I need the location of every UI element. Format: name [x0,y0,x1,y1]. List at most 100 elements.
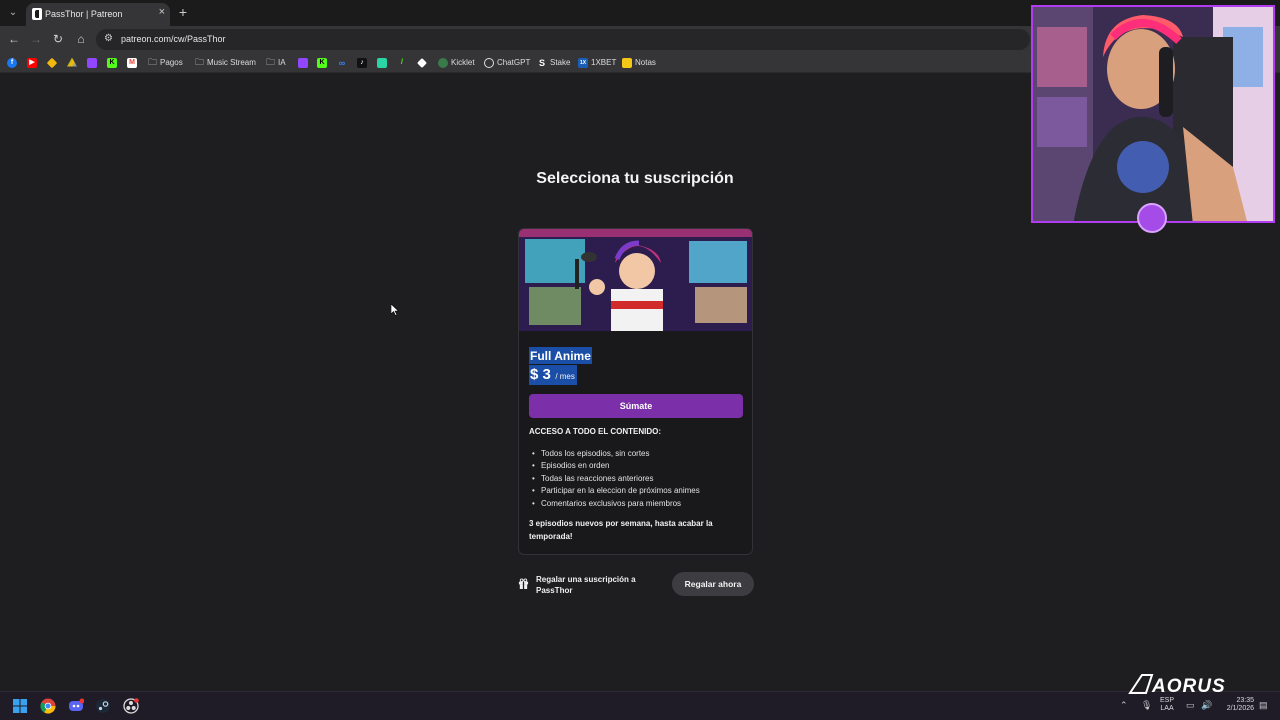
tier-price: $ 3 [530,366,551,383]
streamer-avatar-badge-icon [1137,203,1167,233]
gmail-icon: M [127,57,137,68]
tray-chevron-up-icon[interactable]: ⌃ [1120,700,1128,711]
bookmark-kicklet[interactable]: Kicklet [438,56,475,69]
bookmark-binance[interactable] [46,56,58,69]
benefit-item: Todas las reacciones anteriores [529,473,744,485]
home-icon[interactable]: ⌂ [73,31,89,47]
tiktok-icon: ♪ [357,57,367,68]
stake-icon: S [538,57,545,68]
microphone-icon[interactable]: 🎙 [1141,700,1152,711]
streamer-webcam-image [1033,7,1273,221]
folder-icon: 🗀 [195,56,205,67]
bookmark-twitch-2[interactable] [298,56,308,69]
bookmark-kick-2[interactable]: K [317,56,327,69]
browser-tab-patreon[interactable]: PassThor | Patreon × [26,3,170,26]
tier-name-selection: Full Anime [529,347,592,364]
bookmark-facebook[interactable]: f [7,56,17,69]
bookmark-tiktok[interactable]: ♪ [357,56,367,69]
gift-now-button[interactable]: Regalar ahora [672,572,754,596]
obs-icon[interactable] [123,698,139,714]
twitch-icon [87,57,97,68]
tier-card: Full Anime $ 3 / mes Súmate ACCESO A TOD… [518,228,753,555]
bookmark-label: Stake [550,58,571,67]
bookmark-folder-ia[interactable]: 🗀 IA [266,56,286,69]
tier-banner-image [519,229,752,331]
kicklet-icon [438,57,448,68]
bookmark-gmail[interactable]: M [127,56,137,69]
bookmark-app[interactable] [377,56,387,69]
access-heading: ACCESO A TODO EL CONTENIDO: [529,427,662,436]
clock-date: 2/1/2026 [1226,705,1254,712]
bookmark-folder-pagos[interactable]: 🗀 Pagos [148,56,183,69]
app-icon [377,57,387,68]
tab-close-icon[interactable]: × [159,6,165,18]
address-bar[interactable]: ⚙ patreon.com/cw/PassThor [96,29,1030,50]
folder-icon: 🗀 [266,56,276,67]
bookmark-stake[interactable]: S Stake [537,56,570,69]
gift-icon [518,578,529,589]
bookmark-label: Kicklet [451,58,475,67]
bookmark-bolt[interactable]: / [397,56,407,69]
benefit-item: Episodios en orden [529,460,744,472]
folder-icon: 🗀 [148,56,158,67]
webcam-overlay [1031,5,1275,223]
gift-text: Regalar una suscripción a PassThor [536,575,636,595]
tier-period: / mes [555,372,575,381]
windows-start-icon[interactable] [12,698,28,714]
forward-arrow-icon[interactable]: → [28,31,44,47]
benefit-item: Comentarios exclusivos para miembros [529,498,744,510]
chatgpt-icon [484,57,494,68]
back-arrow-icon[interactable]: ← [6,31,22,47]
benefits-list: Todos los episodios, sin cortes Episodio… [529,448,744,510]
site-info-icon[interactable]: ⚙ [104,33,113,44]
new-tab-button[interactable]: + [176,4,190,20]
bookmark-meta[interactable]: ∞ [337,56,347,69]
keyboard-layout: LAA [1160,705,1174,712]
bookmark-chatgpt[interactable]: ChatGPT [484,56,530,69]
patreon-favicon-icon [32,8,42,20]
bookmark-folder-music-stream[interactable]: 🗀 Music Stream [195,56,256,69]
tier-price-selection: $ 3 / mes [529,365,577,385]
language-code: ESP [1160,697,1175,704]
notification-icon[interactable]: ▤ [1259,700,1268,711]
bookmark-drive[interactable] [67,56,77,69]
bookmark-kick[interactable]: K [107,56,117,69]
bookmark-diamond[interactable] [417,56,427,69]
svg-text:AORUS: AORUS [1151,676,1226,697]
facebook-icon: f [7,57,17,68]
join-button[interactable]: Súmate [529,394,743,418]
url-text[interactable]: patreon.com/cw/PassThor [121,34,226,44]
network-icon[interactable]: ▭ [1186,700,1195,711]
tab-search-chevron-icon[interactable]: ⌄ [6,6,20,20]
drive-icon [67,57,77,67]
aorus-logo-watermark: AORUS [1128,674,1226,697]
chrome-icon[interactable] [40,698,56,714]
clock-time: 23:35 [1236,697,1254,704]
discord-icon[interactable] [68,698,84,714]
diamond-icon [417,57,427,68]
bookmark-label: 1XBET [591,58,617,67]
kick-icon: K [317,57,327,68]
tier-name: Full Anime [530,349,591,363]
kick-icon: K [107,57,117,68]
binance-icon [46,57,58,68]
bookmark-twitch[interactable] [87,56,97,69]
benefit-item: Todos los episodios, sin cortes [529,448,744,460]
tier-note: 3 episodios nuevos por semana, hasta aca… [529,519,713,541]
twitch-icon [298,57,308,68]
meta-icon: ∞ [338,57,346,68]
benefit-item: Participar en la eleccion de próximos an… [529,485,744,497]
bookmark-label: IA [278,58,286,67]
1xbet-icon: 1X [578,57,588,68]
bookmark-label: ChatGPT [497,58,531,67]
taskbar-clock[interactable]: 23:35 2/1/2026 [1220,697,1254,713]
bookmark-notas[interactable]: Notas [622,56,656,69]
language-indicator[interactable]: ESP LAA [1160,697,1174,713]
bookmark-1xbet[interactable]: 1X 1XBET [578,56,616,69]
steam-icon[interactable] [95,698,111,714]
bookmark-label: Music Stream [207,58,256,67]
bookmark-youtube[interactable]: ▶ [27,56,37,69]
volume-icon[interactable]: 🔊 [1201,700,1212,711]
reload-icon[interactable]: ↻ [50,31,66,47]
notes-icon [622,57,632,68]
